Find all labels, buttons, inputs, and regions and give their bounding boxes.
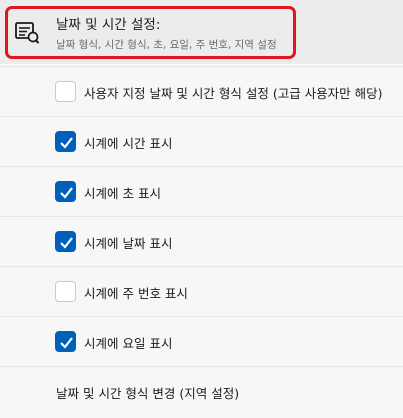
change-format-link-row[interactable]: 날짜 및 시간 형식 변경 (지역 설정): [0, 366, 403, 416]
option-label: 시계에 주 번호 표시: [84, 286, 188, 301]
checkmark-icon: [60, 137, 73, 149]
checkbox-show-week-number[interactable]: [55, 281, 76, 302]
change-format-link[interactable]: 날짜 및 시간 형식 변경 (지역 설정): [56, 383, 239, 402]
checkbox-show-weekday[interactable]: [55, 331, 76, 352]
header-subtitle: 날짜 형식, 시간 형식, 초, 요일, 주 번호, 지역 설정: [56, 39, 277, 51]
option-label: 시계에 날짜 표시: [84, 236, 173, 251]
date-time-settings-panel: 날짜 및 시간 설정: 날짜 형식, 시간 형식, 초, 요일, 주 번호, 지…: [0, 0, 403, 418]
settings-header[interactable]: 날짜 및 시간 설정: 날짜 형식, 시간 형식, 초, 요일, 주 번호, 지…: [0, 0, 403, 64]
checkmark-icon: [60, 237, 73, 249]
option-label: 시계에 요일 표시: [84, 336, 173, 351]
checkbox-show-time[interactable]: [55, 131, 76, 152]
option-show-time[interactable]: 시계에 시간 표시: [0, 116, 403, 166]
checkbox-show-seconds[interactable]: [55, 181, 76, 202]
option-show-weekday[interactable]: 시계에 요일 표시: [0, 316, 403, 366]
option-show-seconds[interactable]: 시계에 초 표시: [0, 166, 403, 216]
checkbox-custom-format[interactable]: [55, 81, 76, 102]
header-title: 날짜 및 시간 설정:: [56, 17, 161, 33]
calendar-clock-icon: [14, 20, 40, 44]
option-label: 시계에 초 표시: [84, 186, 161, 201]
checkmark-icon: [60, 337, 73, 349]
option-show-date[interactable]: 시계에 날짜 표시: [0, 216, 403, 266]
checkmark-icon: [60, 187, 73, 199]
option-label: 시계에 시간 표시: [84, 136, 173, 151]
option-label: 사용자 지정 날짜 및 시간 형식 설정 (고급 사용자만 해당): [84, 86, 383, 101]
checkbox-show-date[interactable]: [55, 231, 76, 252]
option-custom-format[interactable]: 사용자 지정 날짜 및 시간 형식 설정 (고급 사용자만 해당): [0, 66, 403, 116]
option-show-week-number[interactable]: 시계에 주 번호 표시: [0, 266, 403, 316]
